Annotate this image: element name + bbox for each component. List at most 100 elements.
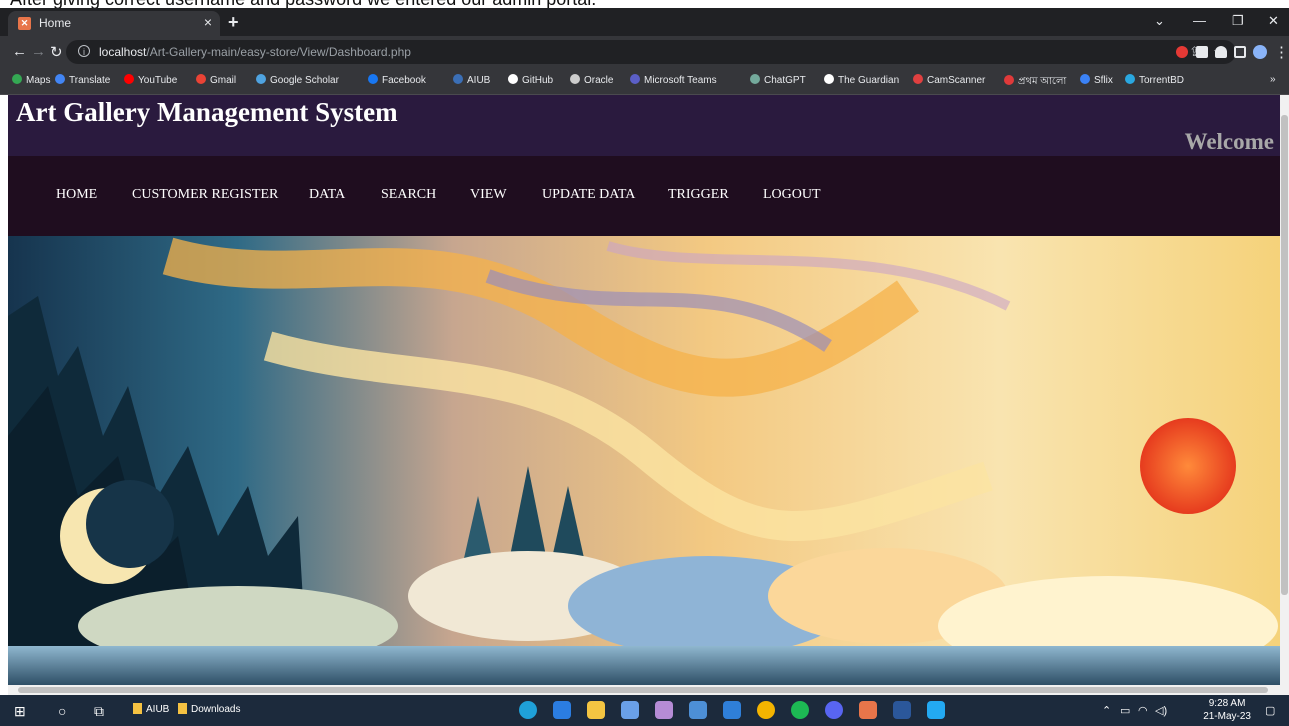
bookmarks-bar: Maps Translate YouTube Gmail Google Scho…	[0, 68, 1289, 95]
wifi-icon[interactable]: ◠	[1138, 704, 1148, 717]
horizontal-scrollbar[interactable]	[8, 685, 1289, 695]
chrome-icon[interactable]	[757, 701, 775, 719]
bookmark-camscanner[interactable]: CamScanner	[913, 74, 985, 86]
back-icon[interactable]: ←	[12, 43, 27, 60]
url-text[interactable]: localhost/Art-Gallery-main/easy-store/Vi…	[99, 45, 411, 59]
spotify-icon[interactable]	[791, 701, 809, 719]
vertical-scrollbar-thumb[interactable]	[1281, 115, 1288, 595]
reload-icon[interactable]: ↻	[50, 43, 63, 61]
battery-icon[interactable]: ▭	[1120, 704, 1130, 717]
browser-toolbar: ← → ↻ i localhost/Art-Gallery-main/easy-…	[0, 36, 1289, 68]
prothom-alo-icon	[1004, 75, 1014, 85]
extensions-puzzle-icon[interactable]	[1215, 46, 1227, 58]
task-view-icon[interactable]: ⧉	[94, 703, 104, 720]
camscanner-icon	[913, 74, 923, 84]
taskbar-folder-aiub[interactable]: AIUB	[133, 703, 169, 715]
horizontal-scrollbar-thumb[interactable]	[18, 687, 1268, 693]
menu-kebab-icon[interactable]: ⋮	[1274, 43, 1289, 61]
bookmark-translate[interactable]: Translate	[55, 74, 110, 86]
nav-trigger[interactable]: TRIGGER	[668, 187, 729, 203]
bookmark-facebook[interactable]: Facebook	[368, 74, 426, 86]
app-icon[interactable]	[689, 701, 707, 719]
volume-icon[interactable]: ◁)	[1155, 704, 1167, 717]
url-path: /Art-Gallery-main/easy-store/View/Dashbo…	[146, 45, 411, 59]
taskbar-folder-downloads[interactable]: Downloads	[178, 703, 240, 715]
address-bar[interactable]: i localhost/Art-Gallery-main/easy-store/…	[66, 40, 1236, 64]
nav-update-data[interactable]: UPDATE DATA	[542, 187, 635, 203]
bookmark-sflix[interactable]: Sflix	[1080, 74, 1113, 86]
bookmark-microsoft-teams[interactable]: Microsoft Teams	[630, 74, 717, 86]
vertical-scrollbar[interactable]	[1280, 95, 1289, 685]
page-viewport: Art Gallery Management System Welcome HO…	[8, 95, 1280, 685]
site-title: Art Gallery Management System	[16, 97, 398, 127]
tab-close-icon[interactable]: ×	[204, 14, 212, 30]
new-tab-button[interactable]: +	[228, 12, 239, 33]
nav-search[interactable]: SEARCH	[381, 187, 436, 203]
clock-time: 9:28 AM	[1208, 698, 1246, 709]
extension-shield-icon[interactable]	[1176, 46, 1188, 58]
bookmark-aiub[interactable]: AIUB	[453, 74, 490, 86]
url-host: localhost	[99, 45, 147, 59]
bookmarks-overflow-button[interactable]: »	[1270, 74, 1276, 85]
store-icon[interactable]	[621, 701, 639, 719]
xampp-icon: ✕	[18, 17, 31, 30]
file-explorer-icon[interactable]	[587, 701, 605, 719]
taskbar-clock[interactable]: 9:28 AM 21-May-23	[1203, 697, 1251, 723]
github-icon	[508, 74, 518, 84]
snipping-tool-icon[interactable]	[655, 701, 673, 719]
bookmark-oracle[interactable]: Oracle	[570, 74, 613, 86]
site-info-icon[interactable]: i	[78, 45, 90, 57]
nav-home[interactable]: HOME	[56, 187, 97, 203]
bookmark-chatgpt[interactable]: ChatGPT	[750, 74, 806, 86]
site-header: Art Gallery Management System Welcome	[8, 95, 1280, 156]
bookmark-youtube[interactable]: YouTube	[124, 74, 177, 86]
extension-document-icon[interactable]	[1196, 46, 1208, 58]
edge-icon[interactable]	[519, 701, 537, 719]
nav-data[interactable]: DATA	[309, 187, 345, 203]
forward-icon[interactable]: →	[31, 43, 46, 60]
aiub-icon	[453, 74, 463, 84]
folder-icon	[178, 703, 187, 714]
side-panel-icon[interactable]	[1234, 46, 1246, 58]
teams-icon	[630, 74, 640, 84]
welcome-text: Welcome	[1184, 129, 1274, 154]
nav-logout[interactable]: LOGOUT	[763, 187, 821, 203]
bookmark-prothom-alo[interactable]: প্রথম আলো	[1004, 74, 1066, 91]
bookmark-github[interactable]: GitHub	[508, 74, 553, 86]
caption-text: After giving correct username and passwo…	[10, 0, 596, 8]
xampp-icon[interactable]	[859, 701, 877, 719]
word-icon[interactable]	[893, 701, 911, 719]
vscode-icon[interactable]	[927, 701, 945, 719]
restore-icon[interactable]: ❐	[1232, 13, 1244, 29]
bookmark-google-scholar[interactable]: Google Scholar	[256, 74, 339, 86]
bookmark-gmail[interactable]: Gmail	[196, 74, 236, 86]
tray-chevron-icon[interactable]: ⌃	[1102, 704, 1111, 717]
tab-search-icon[interactable]: ⌄	[1154, 13, 1165, 29]
close-window-icon[interactable]: ✕	[1268, 13, 1279, 29]
google-scholar-icon	[256, 74, 266, 84]
bookmark-torrentbd[interactable]: TorrentBD	[1125, 74, 1184, 86]
sflix-icon	[1080, 74, 1090, 84]
guardian-icon	[824, 74, 834, 84]
profile-avatar-icon[interactable]	[1253, 45, 1267, 59]
windows-start-icon[interactable]: ⊞	[14, 703, 26, 720]
bookmark-the-guardian[interactable]: The Guardian	[824, 74, 899, 86]
bookmark-maps[interactable]: Maps	[12, 74, 50, 86]
notification-icon[interactable]: ▢	[1265, 704, 1275, 717]
browser-tab-home[interactable]: ✕ Home ×	[8, 11, 220, 36]
folder-icon	[133, 703, 142, 714]
nav-view[interactable]: VIEW	[470, 187, 507, 203]
bing-icon[interactable]	[553, 701, 571, 719]
site-nav: HOME CUSTOMER REGISTER DATA SEARCH VIEW …	[8, 156, 1280, 236]
tab-title: Home	[39, 16, 72, 30]
torrentbd-icon	[1125, 74, 1135, 84]
mail-icon[interactable]	[723, 701, 741, 719]
minimize-icon[interactable]: —	[1193, 13, 1206, 28]
discord-icon[interactable]	[825, 701, 843, 719]
screenshot-caption: After giving correct username and passwo…	[0, 0, 1289, 8]
nav-customer-register[interactable]: CUSTOMER REGISTER	[132, 187, 278, 203]
gmail-icon	[196, 74, 206, 84]
search-icon[interactable]: ○	[58, 703, 66, 719]
youtube-icon	[124, 74, 134, 84]
maps-icon	[12, 74, 22, 84]
